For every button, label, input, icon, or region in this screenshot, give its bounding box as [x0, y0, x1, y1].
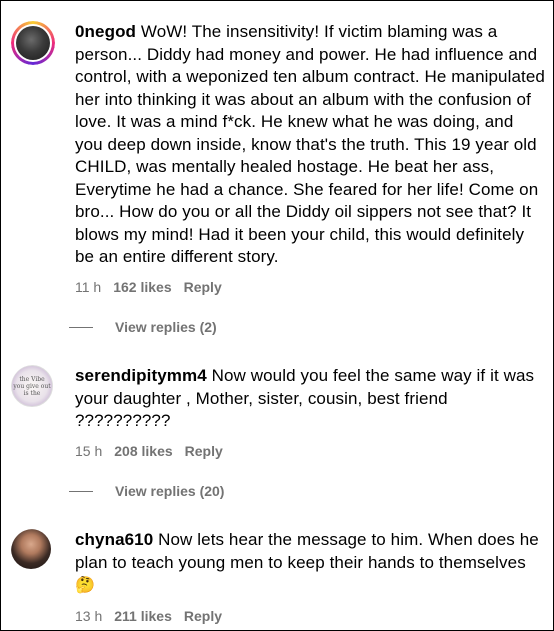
avatar[interactable]: the Vibe you give out is the [11, 365, 55, 409]
comment-username[interactable]: 0negod [75, 22, 136, 41]
view-replies-button[interactable]: View replies (2) [69, 319, 217, 335]
reply-button[interactable]: Reply [184, 608, 222, 624]
likes-count[interactable]: 162 likes [113, 279, 171, 295]
avatar-photo: the Vibe you give out is the [11, 365, 53, 407]
avatar-photo [16, 26, 50, 60]
comment-item: the Vibe you give out is the serendipity… [11, 365, 545, 459]
avatar[interactable] [11, 529, 55, 573]
avatar-text-line: you give out [13, 382, 51, 390]
comment-meta: 11 h 162 likes Reply [75, 279, 545, 295]
view-replies-label: View replies (20) [115, 483, 225, 499]
comment-time: 13 h [75, 607, 103, 624]
comment-body: WoW! The insensitivity! If victim blamin… [75, 22, 545, 266]
divider-line [69, 490, 93, 492]
likes-count[interactable]: 208 likes [114, 443, 172, 459]
comment-text: 0negod WoW! The insensitivity! If victim… [75, 21, 545, 269]
comment-item: chyna610 Now lets hear the message to hi… [11, 529, 545, 624]
comment-item: 0negod WoW! The insensitivity! If victim… [11, 21, 545, 295]
likes-count[interactable]: 211 likes [114, 608, 172, 624]
reply-button[interactable]: Reply [185, 443, 223, 459]
comment-text: chyna610 Now lets hear the message to hi… [75, 529, 545, 598]
avatar-text-line: is the [23, 389, 41, 397]
thinking-face-emoji: 🤔 [75, 577, 96, 594]
comments-panel: 0negod WoW! The insensitivity! If victim… [0, 0, 554, 631]
view-replies-button[interactable]: View replies (20) [69, 483, 224, 499]
divider-line [69, 326, 93, 328]
comment-meta: 15 h 208 likes Reply [75, 443, 545, 459]
avatar-photo [11, 529, 51, 569]
comment-username[interactable]: serendipitymm4 [75, 366, 207, 385]
comment-time: 11 h [75, 278, 102, 295]
view-replies-label: View replies (2) [115, 319, 217, 335]
reply-button[interactable]: Reply [184, 279, 222, 295]
comment-meta: 13 h 211 likes Reply [75, 608, 545, 624]
comment-text: serendipitymm4 Now would you feel the sa… [75, 365, 545, 433]
story-ring [11, 21, 55, 65]
comment-time: 15 h [75, 442, 103, 459]
avatar-text-line: the Vibe [19, 375, 45, 383]
comment-username[interactable]: chyna610 [75, 530, 153, 549]
avatar[interactable] [11, 21, 55, 65]
